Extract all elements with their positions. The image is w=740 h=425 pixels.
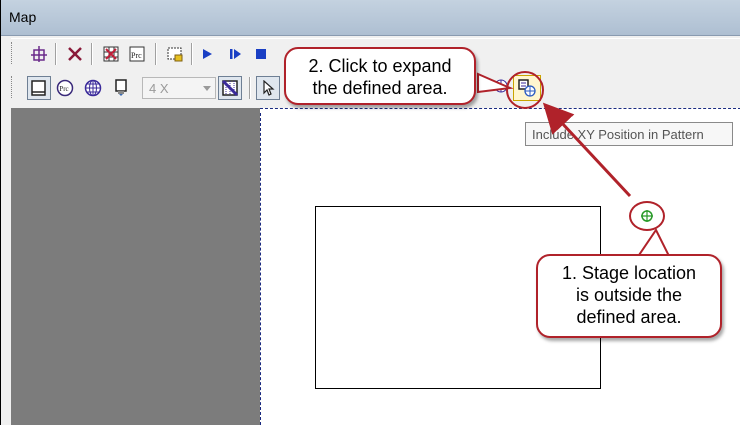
sample-view-icon[interactable] — [27, 76, 51, 100]
grid-overlay-icon[interactable] — [218, 76, 242, 100]
pointer-icon[interactable] — [256, 76, 280, 100]
highlight-ring-button — [506, 71, 544, 109]
chevron-down-icon — [203, 86, 211, 91]
pattern-icon[interactable]: Prc — [125, 42, 149, 66]
callout-stage-line2: is outside the — [575, 285, 683, 305]
globe-icon[interactable] — [81, 76, 105, 100]
step-icon[interactable] — [223, 42, 247, 66]
separator — [91, 43, 93, 65]
delete-icon[interactable] — [63, 42, 87, 66]
objective-value: 4 X — [149, 81, 169, 96]
highlight-ring-stage — [629, 201, 665, 231]
toolbar-grip[interactable] — [11, 76, 15, 98]
separator — [155, 43, 157, 65]
separator — [191, 43, 193, 65]
title-bar: Map — [1, 0, 740, 36]
callout-expand-line1: 2. Click to expand — [308, 56, 452, 76]
grid-icon[interactable] — [99, 42, 123, 66]
objective-select[interactable]: 4 X — [142, 77, 216, 99]
callout-stage-line3: defined area. — [576, 307, 682, 327]
stop-icon[interactable] — [249, 42, 273, 66]
play-icon[interactable] — [195, 42, 219, 66]
separator — [249, 77, 251, 99]
callout-stage-line1: 1. Stage location — [561, 263, 697, 283]
region-icon[interactable] — [163, 42, 187, 66]
left-panel — [11, 108, 260, 425]
separator — [55, 43, 57, 65]
pattern-file-icon[interactable]: Prc — [53, 76, 77, 100]
tooltip: Include XY Position in Pattern — [525, 122, 733, 146]
add-point-icon[interactable] — [27, 42, 51, 66]
callout-stage: 1. Stage location is outside the defined… — [536, 254, 722, 338]
callout-expand-line2: the defined area. — [312, 78, 448, 98]
toolbar-grip[interactable] — [11, 42, 15, 64]
svg-text:Prc: Prc — [131, 51, 142, 60]
callout-expand: 2. Click to expand the defined area. — [284, 47, 476, 105]
objective-icon[interactable] — [109, 76, 133, 100]
window-title: Map — [9, 9, 37, 25]
svg-text:Prc: Prc — [59, 85, 68, 93]
